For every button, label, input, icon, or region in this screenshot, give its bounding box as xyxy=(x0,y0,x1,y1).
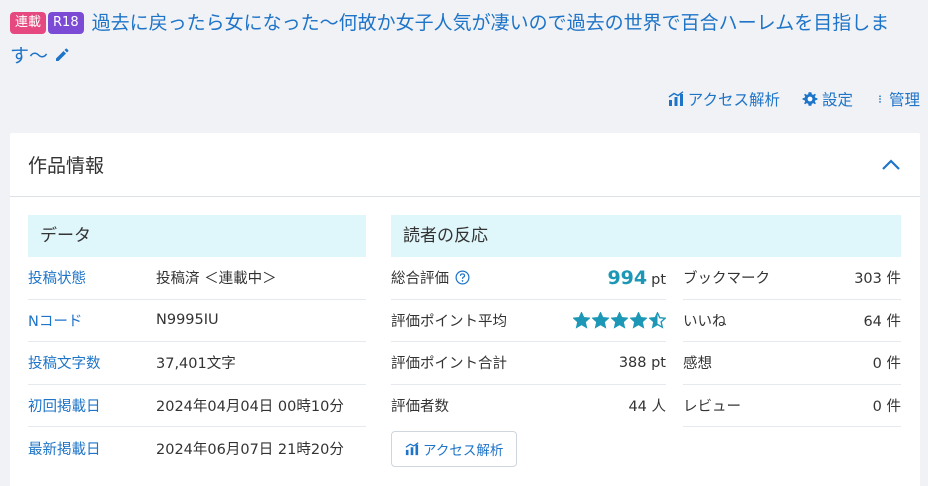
data-row-value: N9995IU xyxy=(156,312,219,329)
total-rating-unit: pt xyxy=(651,271,666,288)
data-row: 初回掲載日 2024年04月04日 00時10分 xyxy=(28,385,366,427)
manage-link[interactable]: 管理 xyxy=(875,88,920,110)
work-info-card: 作品情報 データ 投稿状態 投稿済 ＜連載中＞ Nコード N9995IU 投稿文… xyxy=(10,133,920,486)
star-icon xyxy=(649,311,666,329)
kebab-menu-icon xyxy=(879,95,881,103)
total-rating-value: 994 xyxy=(607,266,648,289)
manage-label: 管理 xyxy=(888,91,920,109)
data-row-value: 2024年04月04日 00時10分 xyxy=(156,398,344,415)
r18-badge: R18 xyxy=(48,12,84,34)
like-row: いいね 64 件 xyxy=(683,300,901,342)
rating-sum-value: 388 pt xyxy=(618,354,666,371)
data-row: 最新掲載日 2024年06月07日 21時20分 xyxy=(28,427,366,470)
title-area: 連載 R18 過去に戻ったら女になった〜何故か女子人気が凄いので過去の世界で百合ハ… xyxy=(10,7,920,73)
novel-title-line: 連載 R18 過去に戻ったら女になった〜何故か女子人気が凄いので過去の世界で百合ハ… xyxy=(10,7,920,73)
star-icon xyxy=(630,311,647,329)
impression-row: 感想 0 件 xyxy=(683,342,901,385)
data-section: データ 投稿状態 投稿済 ＜連載中＞ Nコード N9995IU 投稿文字数 37… xyxy=(28,215,366,470)
total-rating-key: 総合評価 xyxy=(391,271,449,288)
raters-row: 評価者数 44 人 xyxy=(391,385,666,428)
data-row-key: 投稿文字数 xyxy=(28,356,101,373)
raters-value: 44 人 xyxy=(628,399,666,416)
serial-badge: 連載 xyxy=(10,12,47,34)
data-row-value: 投稿済 ＜連載中＞ xyxy=(156,271,277,288)
raters-key: 評価者数 xyxy=(391,399,449,416)
impression-value: 0 件 xyxy=(872,356,901,373)
card-title: 作品情報 xyxy=(28,155,105,177)
bar-chart-icon xyxy=(405,442,419,456)
review-row: レビュー 0 件 xyxy=(683,385,901,427)
access-analysis-button-label: アクセス解析 xyxy=(423,443,504,459)
pencil-icon[interactable] xyxy=(54,47,70,63)
access-analysis-label: アクセス解析 xyxy=(687,91,780,109)
reaction-section: 読者の反応 総合評価 994 pt 評価ポイント平均 評価ポイント合計 388 p… xyxy=(391,215,901,467)
data-row: Nコード N9995IU xyxy=(28,300,366,342)
gear-icon xyxy=(802,92,818,106)
average-rating-key: 評価ポイント平均 xyxy=(391,313,507,330)
like-key: いいね xyxy=(683,313,727,330)
star-icon xyxy=(611,311,628,329)
reaction-rating-column: 総合評価 994 pt 評価ポイント平均 評価ポイント合計 388 pt 評価者数… xyxy=(391,257,666,467)
reaction-section-heading: 読者の反応 xyxy=(391,215,901,257)
data-row-value: 2024年06月07日 21時20分 xyxy=(156,441,344,458)
like-value: 64 件 xyxy=(863,313,901,330)
impression-key: 感想 xyxy=(683,356,712,373)
star-rating xyxy=(573,311,666,329)
action-bar: アクセス解析 設定 管理 xyxy=(668,88,920,110)
card-header[interactable]: 作品情報 xyxy=(10,133,920,197)
reaction-counts-column: ブックマーク 303 件 いいね 64 件 感想 0 件 レビュー 0 件 xyxy=(683,257,901,467)
star-icon xyxy=(573,311,590,329)
settings-label: 設定 xyxy=(821,91,853,109)
bookmark-row: ブックマーク 303 件 xyxy=(683,257,901,300)
data-row: 投稿状態 投稿済 ＜連載中＞ xyxy=(28,257,366,300)
review-key: レビュー xyxy=(683,398,741,415)
data-row-value: 37,401文字 xyxy=(156,356,236,373)
star-icon xyxy=(592,311,609,329)
access-analysis-button[interactable]: アクセス解析 xyxy=(391,431,518,467)
bar-chart-icon xyxy=(668,91,684,106)
data-row-key: Nコード xyxy=(28,313,83,330)
data-row-key: 初回掲載日 xyxy=(28,398,101,415)
bookmark-value: 303 件 xyxy=(854,271,901,288)
total-rating-row: 総合評価 994 pt xyxy=(391,257,666,300)
review-value: 0 件 xyxy=(872,398,901,415)
rating-sum-key: 評価ポイント合計 xyxy=(391,356,507,373)
data-section-heading: データ xyxy=(28,215,366,257)
access-analysis-link[interactable]: アクセス解析 xyxy=(668,88,780,110)
data-row: 投稿文字数 37,401文字 xyxy=(28,342,366,385)
novel-title[interactable]: 過去に戻ったら女になった〜何故か女子人気が凄いので過去の世界で百合ハーレムを目指… xyxy=(10,12,889,67)
chevron-up-icon[interactable] xyxy=(880,154,902,176)
data-row-key: 投稿状態 xyxy=(28,271,86,288)
settings-link[interactable]: 設定 xyxy=(802,88,853,110)
rating-sum-row: 評価ポイント合計 388 pt xyxy=(391,342,666,385)
question-circle-icon[interactable] xyxy=(455,270,470,285)
reaction-grid: 総合評価 994 pt 評価ポイント平均 評価ポイント合計 388 pt 評価者数… xyxy=(391,257,901,467)
data-row-key: 最新掲載日 xyxy=(28,441,101,458)
bookmark-key: ブックマーク xyxy=(683,271,770,288)
average-rating-row: 評価ポイント平均 xyxy=(391,300,666,342)
